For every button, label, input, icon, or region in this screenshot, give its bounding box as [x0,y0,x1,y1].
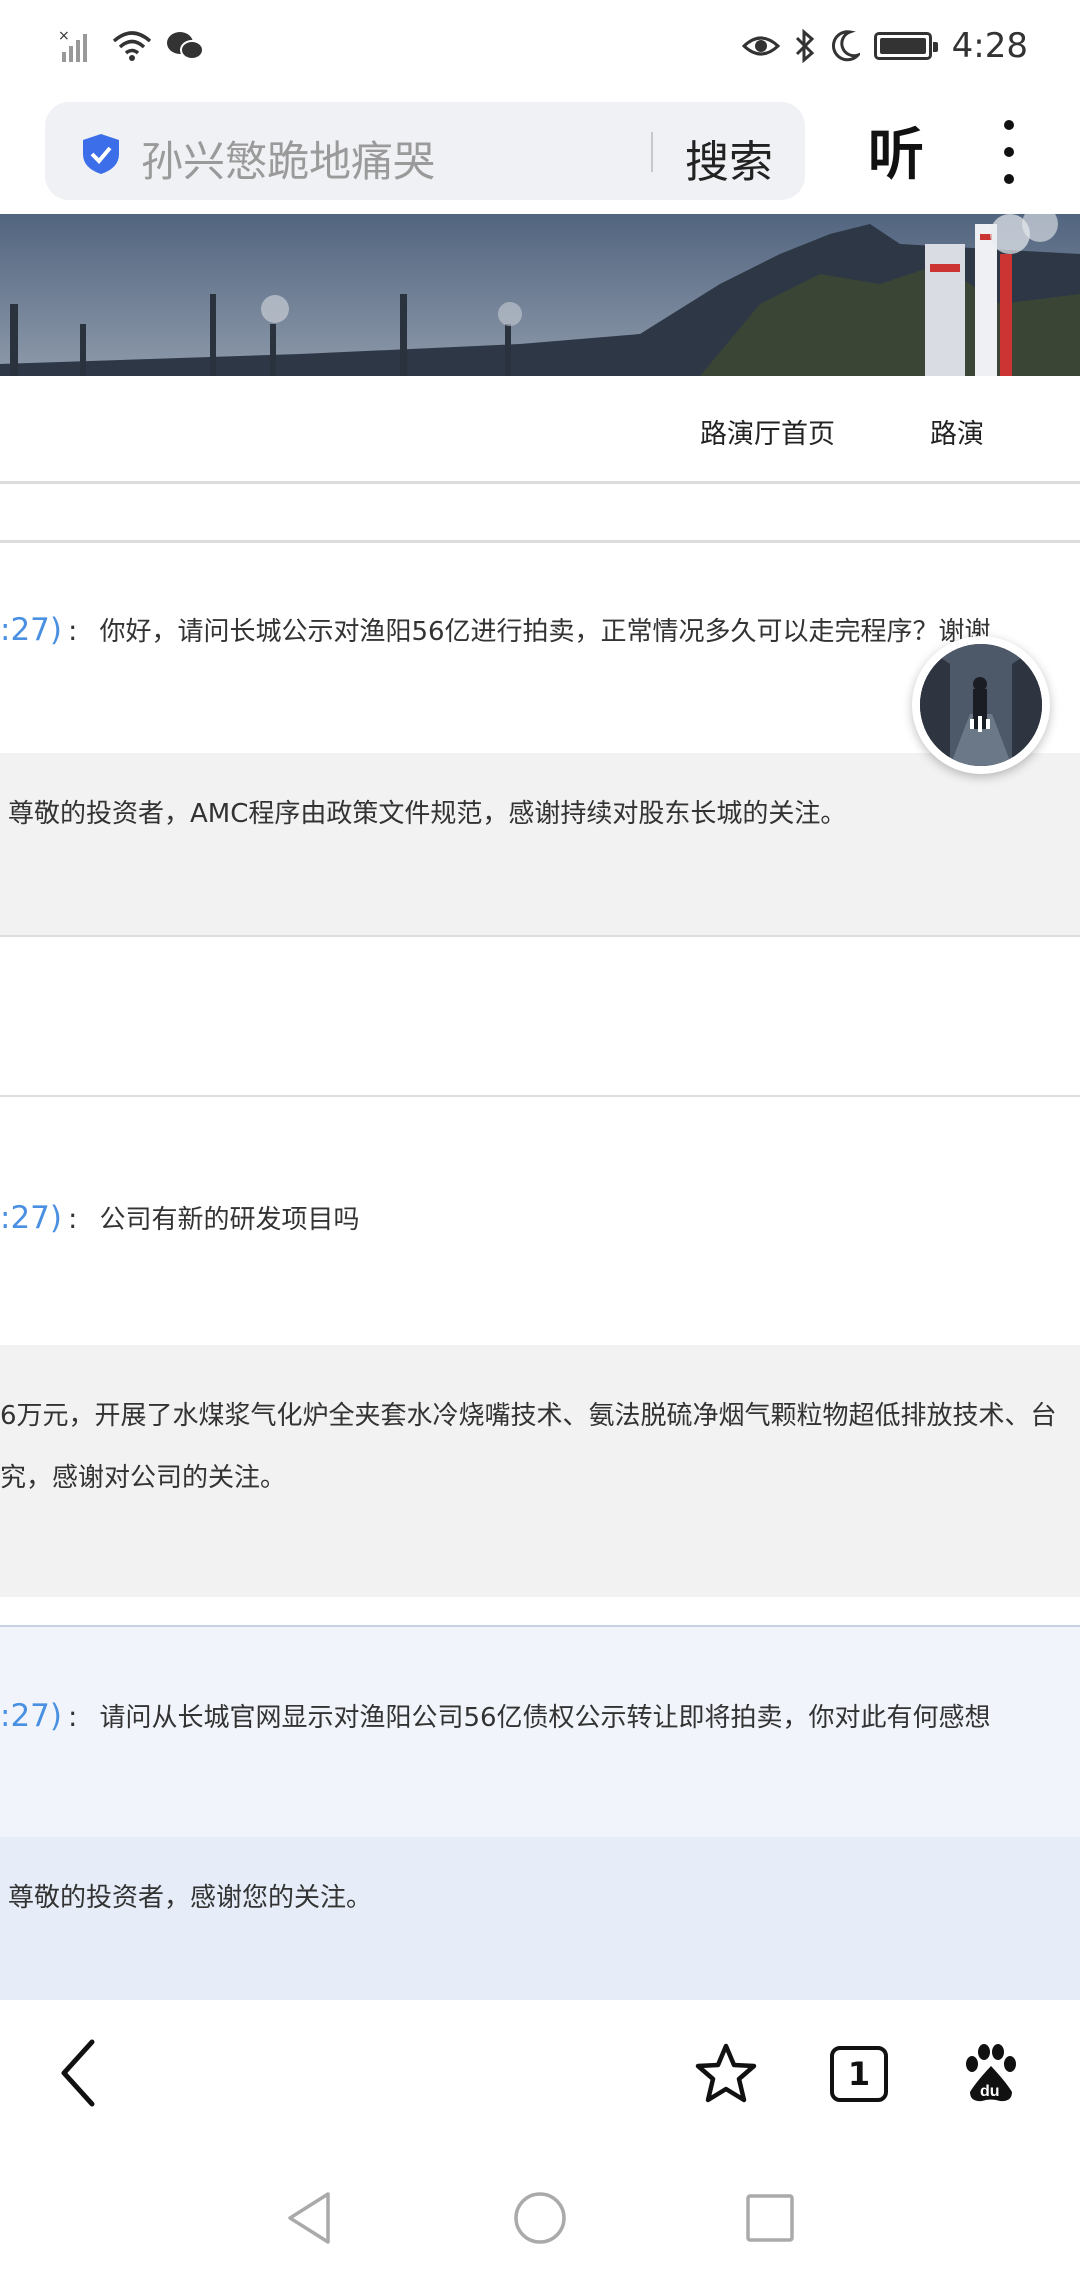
system-home-icon[interactable] [512,2190,568,2246]
nav-item-roadshow[interactable]: 路演 [930,412,984,451]
eye-icon [741,36,780,56]
moon-icon [831,30,860,62]
qa-answer-2: 6万元，开展了水煤浆气化炉全夹套水冷烧嘴技术、氨法脱硫净烟气颗粒物超低排放技术、… [0,1345,1080,1597]
system-navigation-bar [0,2150,1080,2280]
question-id[interactable]: :27) [0,1698,62,1734]
search-button[interactable]: 搜索 [685,126,773,190]
baidu-icon[interactable]: du [962,2042,1020,2104]
roadshow-nav: 路演厅首页 路演 [0,376,1080,484]
listen-button[interactable]: 听 [868,110,924,191]
system-back-icon[interactable] [284,2190,334,2246]
question-id[interactable]: :27) [0,1200,62,1236]
answer-text-line-2: 究，感谢对公司的关注。 [0,1463,287,1493]
answer-text: 尊敬的投资者，感谢您的关注。 [8,1883,373,1913]
banner-image [0,214,1080,376]
more-dot-icon [1004,120,1014,130]
answer-text-line-1: 6万元，开展了水煤浆气化炉全夹套水冷烧嘴技术、氨法脱硫净烟气颗粒物超低排放技术、… [0,1401,1057,1431]
search-box[interactable]: 孙兴慜跪地痛哭 搜索 [45,102,805,200]
battery-icon [873,32,938,60]
question-colon: : [68,1700,78,1733]
qa-question-2: :27) : 公司有新的研发项目吗 [0,1097,1080,1345]
floating-audio-avatar[interactable] [912,636,1050,774]
more-dot-icon [1004,174,1014,184]
more-menu-button[interactable] [994,120,1024,184]
shield-icon [83,134,119,174]
nav-item-home[interactable]: 路演厅首页 [700,412,835,451]
divider [0,935,1080,937]
question-id[interactable]: :27) [0,612,62,648]
avatar-photo [920,644,1042,766]
question-colon: : [68,614,78,647]
search-divider [651,132,653,172]
svg-text:du: du [980,2083,1000,2100]
star-icon[interactable] [694,2042,758,2106]
question-text: 请问从长城官网显示对渔阳公司56亿债权公示转让即将拍卖，你对此有何感想 [99,1703,991,1733]
system-recents-icon[interactable] [744,2192,796,2244]
status-time: 4:28 [951,26,1028,66]
signal-icon: × [58,28,87,62]
question-colon: : [68,1202,78,1235]
status-right: 4:28 [741,26,1028,66]
question-text: 公司有新的研发项目吗 [99,1205,360,1235]
back-icon[interactable] [56,2038,100,2108]
industrial-landscape-image [0,214,1080,376]
more-dot-icon [1004,147,1014,157]
qa-answer-3: 尊敬的投资者，感谢您的关注。 [0,1837,1080,2000]
tabs-button[interactable]: 1 [830,2046,888,2102]
svg-text:×: × [58,28,70,44]
browser-toolbar: 1 du [0,2000,1080,2150]
search-input[interactable]: 孙兴慜跪地痛哭 [141,128,435,189]
wechat-icon [167,32,204,60]
qa-question-3: :27) : 请问从长城官网显示对渔阳公司56亿债权公示转让即将拍卖，你对此有何… [0,1627,1080,1837]
bluetooth-icon [795,29,814,63]
question-text: 你好，请问长城公示对渔阳56亿进行拍卖，正常情况多久可以走完程序？谢谢 [99,617,991,647]
status-left: × [58,28,204,64]
answer-text: 尊敬的投资者，AMC程序由政策文件规范，感谢持续对股东长城的关注。 [8,799,847,829]
wifi-icon [112,31,152,61]
qa-answer-1: 尊敬的投资者，AMC程序由政策文件规范，感谢持续对股东长城的关注。 [0,753,1080,935]
status-bar: × 4:28 [0,0,1080,92]
